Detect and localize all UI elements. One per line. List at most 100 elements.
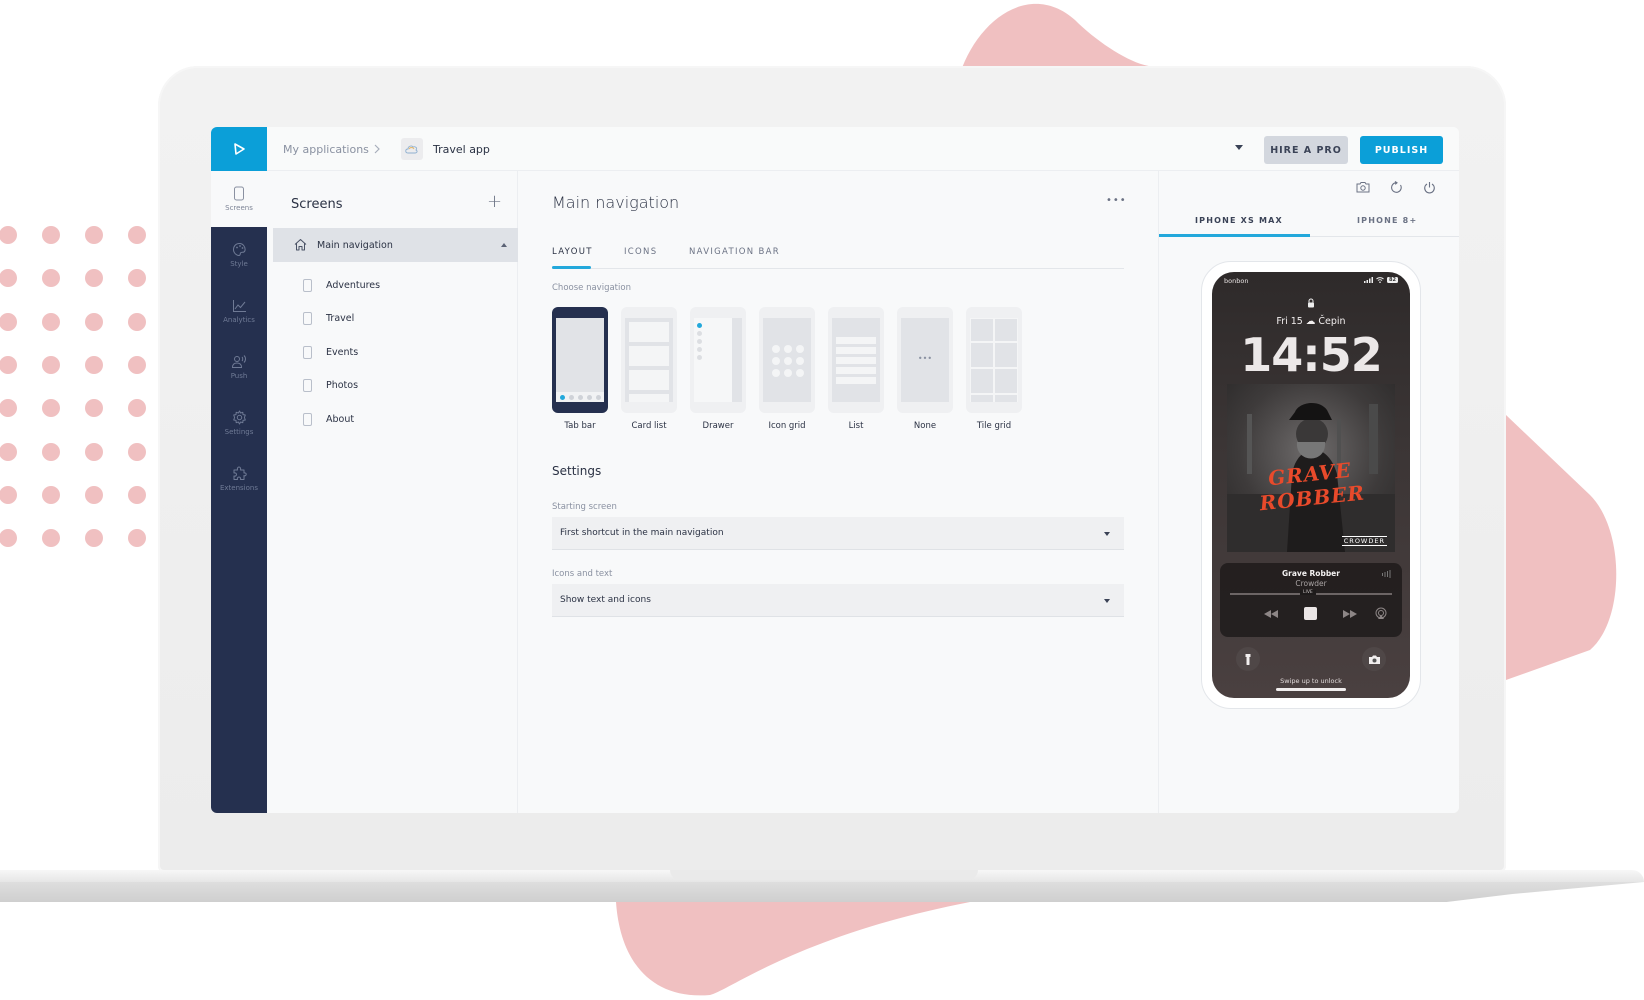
laptop-base-bottom <box>0 882 1644 902</box>
more-options-button[interactable]: ••• <box>1106 195 1127 206</box>
carrier-name: bonbon <box>1224 277 1249 285</box>
nav-option-label: None <box>913 421 937 431</box>
icons-and-text-label: Icons and text <box>552 569 613 579</box>
screen-item[interactable]: Events <box>303 342 358 362</box>
nav-thumbnail: ••• <box>897 307 953 413</box>
rail-item-push[interactable]: Push <box>211 339 267 395</box>
page-icon <box>303 278 312 292</box>
screen-label: Events <box>326 346 359 358</box>
nav-thumbnail <box>759 307 815 413</box>
grid-dot <box>784 369 792 377</box>
device-preview-panel: IPHONE XS MAX IPHONE 8+ bonbon 82 Fri 15… <box>1158 171 1459 813</box>
rail-label: Style <box>230 260 248 268</box>
starting-screen-label: Starting screen <box>552 502 617 512</box>
laptop-notch <box>670 870 978 880</box>
nav-option-tile-grid[interactable]: Tile grid <box>966 307 1022 431</box>
tab-iphone-8-plus[interactable]: IPHONE 8+ <box>1357 216 1417 225</box>
caret-down-icon <box>1104 599 1110 603</box>
icons-and-text-select[interactable]: Show text and icons <box>552 584 1124 617</box>
rewind-icon[interactable] <box>1264 610 1278 618</box>
rail-label: Analytics <box>223 315 255 324</box>
screen-item[interactable]: About <box>303 409 354 429</box>
nav-option-list[interactable]: List <box>828 307 884 431</box>
decorative-dot <box>0 226 17 244</box>
breadcrumb-travel-app[interactable]: Travel app <box>433 127 490 171</box>
active-tab-indicator <box>552 266 591 269</box>
phone-frame: bonbon 82 Fri 15 ☁ Čepin 14:52 GRAVE ROB… <box>1201 261 1421 709</box>
page-icon <box>303 345 312 359</box>
lockscreen-time: 14:52 <box>1240 328 1382 382</box>
nav-option-icon-grid[interactable]: Icon grid <box>759 307 815 431</box>
screen-item[interactable]: Photos <box>303 375 358 395</box>
gear-icon <box>232 410 246 425</box>
refresh-button[interactable] <box>1388 179 1404 195</box>
rail-item-screens[interactable]: Screens <box>211 171 267 227</box>
device-tabs: IPHONE XS MAX IPHONE 8+ <box>1159 209 1459 237</box>
nav-option-label: Drawer <box>702 421 734 431</box>
decorative-dot <box>85 442 103 461</box>
screenshot-button[interactable] <box>1355 179 1371 195</box>
rail-label: Extensions <box>219 484 258 492</box>
collapse-caret-icon[interactable] <box>501 243 507 247</box>
add-screen-button[interactable]: + <box>487 191 502 212</box>
nav-option-label: Tile grid <box>976 421 1012 431</box>
decorative-dot <box>128 269 146 288</box>
right-blob <box>1506 415 1617 680</box>
chevron-right-icon <box>374 144 380 154</box>
screens-title: Screens <box>291 197 343 212</box>
decorative-dot <box>0 312 17 331</box>
power-button[interactable] <box>1421 179 1437 195</box>
screen-item-main-navigation[interactable]: Main navigation <box>273 228 518 262</box>
grid-dot <box>784 345 792 353</box>
decorative-dot <box>0 442 17 461</box>
tab-iphone-xs-max[interactable]: IPHONE XS MAX <box>1195 216 1283 225</box>
airplay-icon[interactable] <box>1375 607 1387 619</box>
app-window: My applications Travel app HIRE A PRO PU… <box>211 127 1459 813</box>
tab-navigation-bar[interactable]: NAVIGATION BAR <box>689 247 780 257</box>
rail-item-settings[interactable]: Settings <box>211 395 267 451</box>
fast-forward-icon[interactable] <box>1343 610 1357 618</box>
nav-option-card-list[interactable]: Card list <box>621 307 677 431</box>
nav-option-tab-bar[interactable]: Tab bar <box>552 307 608 431</box>
tab-icons[interactable]: ICONS <box>624 247 657 257</box>
nav-option-drawer[interactable]: Drawer <box>690 307 746 431</box>
caret-down-icon[interactable] <box>1235 145 1243 150</box>
rail-item-extensions[interactable]: Extensions <box>211 451 267 507</box>
nav-thumbnail <box>621 307 677 413</box>
nav-thumbnail <box>966 307 1022 413</box>
tab-layout[interactable]: LAYOUT <box>552 247 593 257</box>
camera-icon <box>1368 655 1380 664</box>
grid-dot <box>796 357 804 365</box>
screen-label: About <box>326 413 355 425</box>
breadcrumb-my-applications[interactable]: My applications <box>283 127 369 171</box>
stop-icon[interactable] <box>1304 607 1317 620</box>
decorative-dot <box>128 529 146 548</box>
puzzle-icon <box>233 466 247 480</box>
active-device-indicator <box>1159 234 1310 237</box>
rail-item-analytics[interactable]: Analytics <box>211 283 267 339</box>
home-indicator[interactable] <box>1276 688 1346 691</box>
nav-thumbnail <box>552 307 608 413</box>
publish-button[interactable]: PUBLISH <box>1360 136 1443 164</box>
page-icon <box>303 412 312 426</box>
power-icon <box>1423 181 1435 193</box>
starting-screen-select[interactable]: First shortcut in the main navigation <box>552 517 1124 550</box>
rail-label: Settings <box>224 428 254 436</box>
decorative-dot <box>128 442 146 461</box>
nav-option-none[interactable]: ••• None <box>897 307 953 431</box>
bottom-blob <box>616 902 970 996</box>
flashlight-button[interactable] <box>1236 647 1260 671</box>
screen-item[interactable]: Adventures <box>303 275 380 295</box>
rail-item-style[interactable]: Style <box>211 227 267 283</box>
decorative-dot <box>42 269 60 288</box>
live-label: LIVE <box>1300 590 1316 595</box>
hire-a-pro-button[interactable]: HIRE A PRO <box>1264 136 1348 164</box>
screen-item[interactable]: Travel <box>303 308 354 328</box>
decorative-dot <box>42 399 60 418</box>
camera-button[interactable] <box>1362 647 1386 671</box>
decorative-dot <box>85 485 103 504</box>
choose-navigation-label: Choose navigation <box>552 283 631 293</box>
track-artist: Crowder <box>1295 579 1327 588</box>
logo-button[interactable] <box>211 127 267 171</box>
now-playing-widget: Grave Robber Crowder LIVE <box>1220 563 1402 637</box>
